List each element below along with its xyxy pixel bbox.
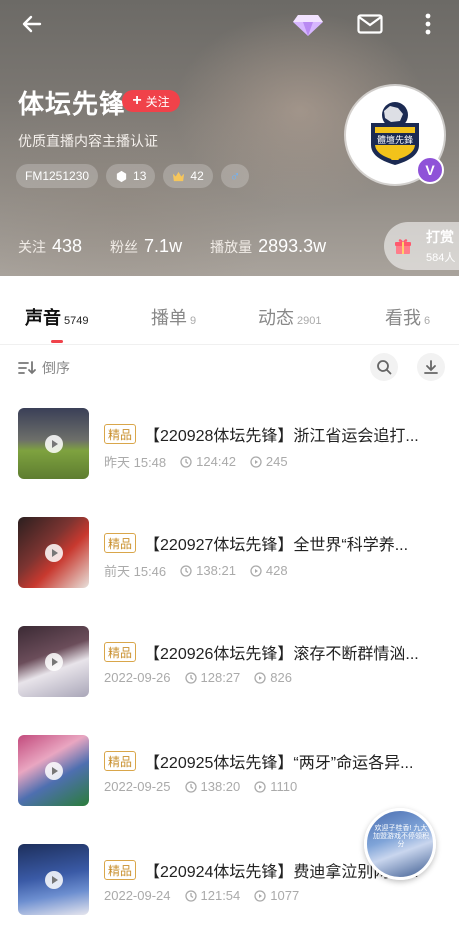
profile-name: 体坛先锋 bbox=[18, 89, 127, 119]
level-icon bbox=[116, 170, 127, 182]
gem-icon[interactable] bbox=[292, 10, 324, 38]
play-icon bbox=[45, 435, 63, 453]
tip-label: 打赏 bbox=[426, 229, 454, 245]
premium-badge: 精品 bbox=[104, 860, 137, 880]
item-plays: 245 bbox=[250, 454, 288, 469]
item-duration: 138:21 bbox=[180, 563, 236, 578]
profile-chips: FM1251230 13 42 ♂ bbox=[16, 164, 250, 188]
item-title: 【220926体坛先锋】滚存不断群情汹... bbox=[144, 646, 419, 663]
floating-ad-bubble[interactable]: 欢迎子桂香! 九大加盟游戏不停领积分 bbox=[364, 808, 436, 880]
search-button[interactable] bbox=[370, 353, 398, 381]
stat-plays: 播放量 2893.3w bbox=[210, 236, 327, 256]
premium-badge: 精品 bbox=[104, 642, 137, 662]
play-count-icon bbox=[254, 889, 266, 902]
tip-button[interactable]: 打赏 584人 bbox=[384, 222, 459, 270]
gender-chip: ♂ bbox=[220, 164, 250, 188]
play-icon bbox=[45, 762, 63, 780]
item-duration: 121:54 bbox=[184, 888, 240, 903]
active-tab-indicator bbox=[51, 340, 63, 343]
premium-badge: 精品 bbox=[104, 424, 137, 444]
list-item[interactable]: 精品 【220926体坛先锋】滚存不断群情汹... 2022-09-26 128… bbox=[0, 626, 459, 726]
search-icon bbox=[377, 360, 392, 375]
download-icon bbox=[424, 360, 438, 374]
item-plays: 826 bbox=[254, 670, 292, 685]
tab-watch-me[interactable]: 看我 6 bbox=[385, 304, 430, 330]
sort-toggle[interactable]: 倒序 bbox=[18, 358, 70, 378]
item-duration: 124:42 bbox=[180, 454, 236, 469]
item-thumbnail bbox=[18, 626, 89, 697]
certification-text: 优质直播内容主播认证 bbox=[18, 133, 158, 149]
stat-following[interactable]: 关注 438 bbox=[18, 236, 82, 257]
item-thumbnail bbox=[18, 735, 89, 806]
item-date: 2022-09-24 bbox=[104, 888, 171, 903]
clock-icon bbox=[184, 780, 197, 793]
item-thumbnail bbox=[18, 408, 89, 479]
floating-ad-text: 欢迎子桂香! 九大加盟游戏不停领积分 bbox=[373, 825, 429, 848]
item-plays: 428 bbox=[250, 563, 288, 578]
play-count-icon bbox=[254, 671, 266, 684]
mail-icon[interactable] bbox=[356, 12, 384, 36]
follow-label: 关注 bbox=[145, 94, 170, 109]
sort-label: 倒序 bbox=[42, 360, 70, 376]
tab-moments[interactable]: 动态 2901 bbox=[258, 304, 321, 330]
play-count-icon bbox=[254, 780, 266, 793]
item-date: 前天 15:46 bbox=[104, 564, 167, 579]
gift-icon bbox=[395, 239, 411, 254]
item-thumbnail bbox=[18, 844, 89, 915]
tab-playlists[interactable]: 播单 9 bbox=[151, 304, 196, 330]
clock-icon bbox=[184, 671, 197, 684]
clock-icon bbox=[180, 455, 192, 468]
fm-id-chip: FM1251230 bbox=[16, 164, 99, 188]
play-count-icon bbox=[250, 455, 262, 468]
crown-icon bbox=[173, 171, 185, 181]
item-plays: 1077 bbox=[254, 888, 299, 903]
sort-descending-icon bbox=[18, 361, 36, 375]
item-title: 【220925体坛先锋】“两牙”命运各异... bbox=[144, 755, 414, 772]
item-thumbnail bbox=[18, 517, 89, 588]
premium-badge: 精品 bbox=[104, 751, 137, 771]
tab-bar: 声音 5749 播单 9 动态 2901 看我 6 bbox=[0, 276, 459, 345]
follow-button[interactable]: + 关注 bbox=[122, 90, 180, 112]
item-title: 【220928体坛先锋】浙江省运会追打... bbox=[144, 428, 419, 445]
crown-chip[interactable]: 42 bbox=[163, 164, 213, 188]
tip-count: 584人 bbox=[426, 252, 456, 264]
clock-icon bbox=[180, 564, 192, 577]
tab-sounds[interactable]: 声音 5749 bbox=[25, 304, 88, 330]
list-item[interactable]: 精品 【220927体坛先锋】全世界“科学养... 前天 15:46 138:2… bbox=[0, 517, 459, 617]
item-date: 2022-09-25 bbox=[104, 779, 171, 794]
download-button[interactable] bbox=[417, 353, 445, 381]
play-icon bbox=[45, 544, 63, 562]
verified-badge: V bbox=[416, 156, 444, 184]
profile-header: 体坛先锋 + 关注 优质直播内容主播认证 FM1251230 13 42 ♂ 體… bbox=[0, 0, 459, 276]
item-duration: 128:27 bbox=[184, 670, 240, 685]
sort-row: 倒序 bbox=[0, 344, 459, 390]
plus-icon: + bbox=[132, 92, 142, 109]
play-icon bbox=[45, 653, 63, 671]
profile-stats: 关注 438 粉丝 7.1w 播放量 2893.3w bbox=[18, 236, 354, 257]
item-duration: 138:20 bbox=[184, 779, 240, 794]
back-arrow-icon[interactable] bbox=[18, 10, 46, 38]
play-icon bbox=[45, 871, 63, 889]
level-chip[interactable]: 13 bbox=[106, 164, 156, 188]
list-item[interactable]: 精品 【220928体坛先锋】浙江省运会追打... 昨天 15:48 124:4… bbox=[0, 408, 459, 508]
stat-fans[interactable]: 粉丝 7.1w bbox=[110, 236, 182, 257]
premium-badge: 精品 bbox=[104, 533, 137, 553]
avatar-text: 體壇先鋒 bbox=[377, 134, 413, 146]
clock-icon bbox=[184, 889, 197, 902]
item-date: 昨天 15:48 bbox=[104, 455, 167, 470]
play-count-icon bbox=[250, 564, 262, 577]
item-title: 【220927体坛先锋】全世界“科学养... bbox=[144, 537, 409, 554]
male-icon: ♂ bbox=[229, 168, 241, 184]
item-plays: 1110 bbox=[254, 779, 297, 794]
more-vertical-icon[interactable] bbox=[418, 10, 438, 38]
item-date: 2022-09-26 bbox=[104, 670, 171, 685]
